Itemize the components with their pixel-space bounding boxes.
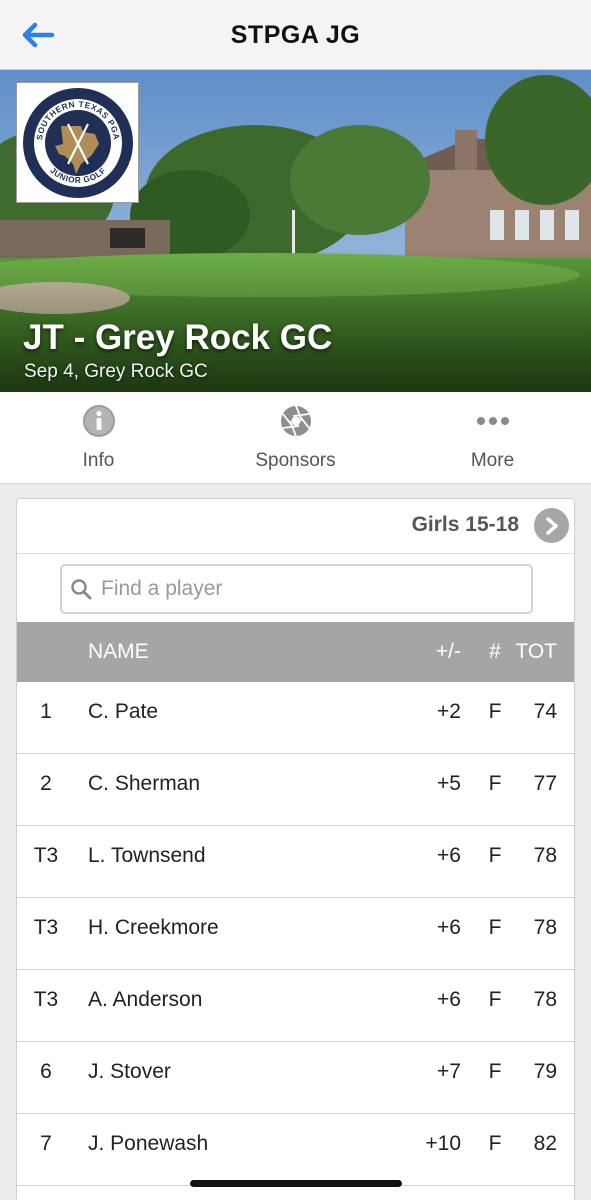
search-section [17, 554, 574, 622]
search-icon [69, 577, 93, 601]
aperture-icon [278, 403, 314, 439]
division-selector[interactable]: Girls 15-18 [17, 499, 574, 554]
logo-frame: SOUTHERN TEXAS PGA JUNIOR GOLF [16, 82, 139, 203]
row-total: 78 [533, 988, 557, 1011]
table-row[interactable]: 1 C. Pate +2 F 74 [17, 682, 574, 754]
event-subtitle: Sep 4, Grey Rock GC [24, 361, 208, 382]
row-total: 82 [533, 1132, 557, 1155]
header-thru: # [489, 640, 501, 663]
table-row[interactable]: T3 H. Creekmore +6 F 78 [17, 898, 574, 970]
row-to-par: +2 [437, 700, 461, 723]
row-to-par: +10 [425, 1132, 461, 1155]
row-thru: F [488, 988, 502, 1011]
event-title: JT - Grey Rock GC [23, 318, 333, 357]
header-to-par: +/- [435, 640, 461, 663]
home-indicator[interactable] [190, 1180, 402, 1187]
row-to-par: +5 [437, 772, 461, 795]
stpga-logo: SOUTHERN TEXAS PGA JUNIOR GOLF [22, 87, 133, 198]
row-position: 2 [40, 772, 52, 795]
tab-info-label: Info [82, 450, 115, 471]
row-thru: F [488, 916, 502, 939]
row-thru: F [488, 844, 502, 867]
tab-info[interactable]: Info [0, 392, 197, 483]
table-row[interactable]: 6 J. Stover +7 F 79 [17, 1042, 574, 1114]
row-player-name: H. Creekmore [88, 916, 219, 939]
table-row[interactable]: 7 J. Ponewash +10 F 82 [17, 1114, 574, 1186]
leaderboard-card: Girls 15-18 NAME +/- # TOT 1 C. Pate +2 [16, 498, 575, 1200]
row-player-name: A. Anderson [88, 988, 203, 1011]
row-position: T3 [33, 844, 59, 867]
row-position: T3 [33, 988, 59, 1011]
row-total: 78 [533, 844, 557, 867]
row-to-par: +6 [437, 844, 461, 867]
more-dots-icon [475, 403, 511, 439]
row-thru: F [488, 772, 502, 795]
search-box[interactable] [60, 564, 533, 614]
event-tab-bar: Info Sponsors More [0, 392, 591, 484]
row-thru: F [488, 700, 502, 723]
row-total: 74 [533, 700, 557, 723]
row-position: T3 [33, 916, 59, 939]
row-position: 1 [40, 700, 52, 723]
row-player-name: C. Sherman [88, 772, 201, 795]
page-title: STPGA JG [230, 21, 361, 49]
nav-bar: STPGA JG [0, 0, 591, 70]
row-position: 6 [40, 1060, 52, 1083]
row-total: 77 [533, 772, 557, 795]
division-label: Girls 15-18 [411, 513, 519, 536]
tab-more-label: More [470, 450, 515, 471]
row-player-name: L. Townsend [88, 844, 206, 867]
table-header: NAME +/- # TOT [17, 622, 574, 682]
row-player-name: C. Pate [88, 700, 159, 723]
row-to-par: +7 [437, 1060, 461, 1083]
tab-sponsors[interactable]: Sponsors [197, 392, 394, 483]
row-player-name: J. Stover [88, 1060, 171, 1083]
header-name: NAME [88, 640, 149, 663]
event-hero: SOUTHERN TEXAS PGA JUNIOR GOLF JT - Grey… [0, 70, 591, 392]
row-player-name: J. Ponewash [88, 1132, 209, 1155]
player-search-input[interactable] [101, 577, 501, 601]
tab-more[interactable]: More [394, 392, 591, 483]
row-thru: F [488, 1060, 502, 1083]
row-to-par: +6 [437, 988, 461, 1011]
row-total: 78 [533, 916, 557, 939]
row-to-par: +6 [437, 916, 461, 939]
row-total: 79 [533, 1060, 557, 1083]
table-row[interactable]: T3 A. Anderson +6 F 78 [17, 970, 574, 1042]
chevron-right-icon[interactable] [534, 508, 569, 543]
info-icon [81, 403, 117, 439]
header-total: TOT [515, 640, 557, 663]
table-row[interactable]: 2 C. Sherman +5 F 77 [17, 754, 574, 826]
tab-sponsors-label: Sponsors [255, 450, 336, 471]
row-thru: F [488, 1132, 502, 1155]
row-position: 7 [40, 1132, 52, 1155]
table-row[interactable]: T3 L. Townsend +6 F 78 [17, 826, 574, 898]
